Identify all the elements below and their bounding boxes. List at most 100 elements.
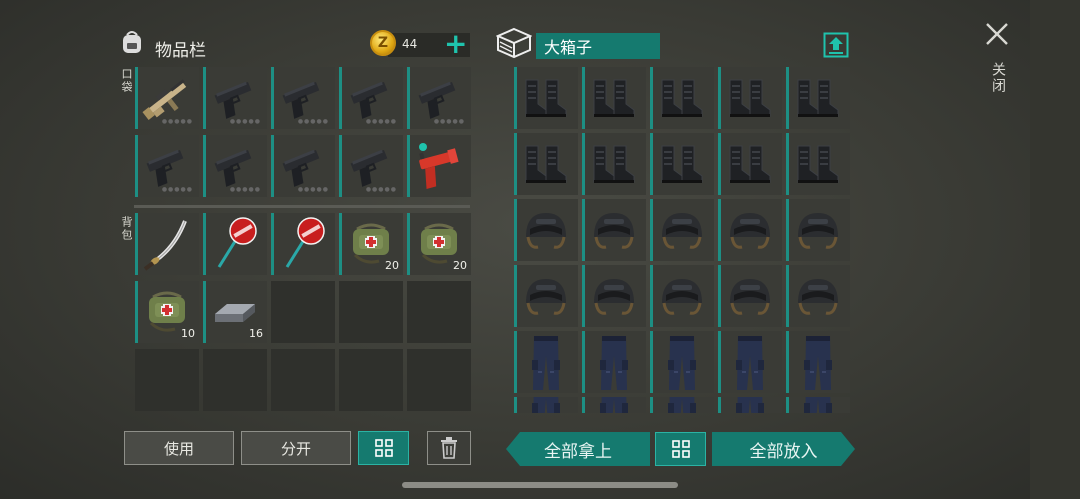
pants-icon — [582, 397, 646, 413]
durability-dots: ●●●●● — [161, 118, 193, 125]
backpack-slot[interactable] — [203, 349, 267, 411]
pocket-slot[interactable]: ●●●●● — [203, 135, 267, 197]
backpack-slot[interactable]: 20 — [407, 213, 471, 275]
pants-icon — [786, 397, 850, 413]
container-slot[interactable] — [718, 133, 782, 195]
item-quantity: 20 — [453, 259, 467, 272]
container-slot[interactable] — [786, 67, 850, 129]
container-slot[interactable] — [718, 265, 782, 327]
backpack-slot[interactable]: 10 — [135, 281, 199, 343]
katana-icon — [135, 213, 199, 275]
durability-dots: ●●●●● — [433, 118, 465, 125]
stop-sign-axe-icon — [203, 213, 267, 275]
container-slot[interactable] — [786, 397, 850, 413]
backpack-slot[interactable] — [271, 281, 335, 343]
section-divider — [134, 205, 470, 208]
container-slot[interactable] — [650, 331, 714, 393]
container-slot[interactable] — [514, 265, 578, 327]
container-slot[interactable] — [582, 133, 646, 195]
container-slot[interactable] — [718, 331, 782, 393]
coin-icon: Z — [370, 30, 396, 56]
container-slot[interactable] — [514, 397, 578, 413]
container-slot[interactable] — [582, 67, 646, 129]
take-all-button[interactable]: 全部拿上 — [506, 432, 650, 466]
grid-icon — [374, 439, 393, 457]
boots-icon — [718, 67, 782, 129]
sort-container-button[interactable] — [655, 432, 706, 466]
container-slot[interactable] — [650, 67, 714, 129]
container-slot[interactable] — [514, 133, 578, 195]
container-slot[interactable] — [582, 397, 646, 413]
coin-amount: 44 — [402, 37, 418, 51]
home-indicator[interactable] — [402, 482, 678, 488]
backpack-slot[interactable] — [135, 213, 199, 275]
container-slot[interactable] — [718, 199, 782, 261]
boots-icon — [582, 133, 646, 195]
item-quantity: 10 — [181, 327, 195, 340]
grid-icon — [671, 440, 690, 458]
pants-icon — [718, 397, 782, 413]
pocket-slot[interactable]: ●●●●● — [339, 135, 403, 197]
pocket-slot[interactable]: ●●●●● — [271, 135, 335, 197]
item-quantity: 20 — [385, 259, 399, 272]
backpack-slot[interactable] — [407, 281, 471, 343]
pocket-slot[interactable]: ●●●●● — [339, 67, 403, 129]
boots-icon — [718, 133, 782, 195]
container-slot[interactable] — [786, 133, 850, 195]
backpack-slot[interactable] — [271, 213, 335, 275]
container-slot[interactable] — [514, 331, 578, 393]
container-slot[interactable] — [786, 265, 850, 327]
container-slot[interactable] — [786, 199, 850, 261]
container-slot[interactable] — [514, 67, 578, 129]
backpack-slot[interactable] — [203, 213, 267, 275]
pocket-label: 口袋 — [120, 68, 133, 94]
backpack-slot[interactable]: 16 — [203, 281, 267, 343]
boots-icon — [650, 133, 714, 195]
transfer-up-button[interactable] — [823, 32, 849, 58]
durability-dots: ●●●●● — [229, 186, 261, 193]
backpack-slot[interactable] — [339, 349, 403, 411]
container-slot[interactable] — [718, 397, 782, 413]
container-slot[interactable] — [786, 331, 850, 393]
container-slot[interactable] — [650, 199, 714, 261]
backpack-slot[interactable]: 20 — [339, 213, 403, 275]
backpack-slot[interactable] — [407, 349, 471, 411]
helmet-icon — [514, 199, 578, 261]
durability-dots: ●●●●● — [229, 118, 261, 125]
add-coins-button[interactable]: + — [444, 30, 467, 58]
close-label[interactable]: 关闭 — [988, 62, 1008, 94]
container-name: 大箱子 — [536, 33, 660, 59]
pocket-slot[interactable]: ●●●●● — [203, 67, 267, 129]
right-edge-strip — [1030, 0, 1080, 499]
container-slot[interactable] — [650, 397, 714, 413]
pocket-slot[interactable]: ●●●●● — [407, 67, 471, 129]
container-slot[interactable] — [650, 265, 714, 327]
pocket-slot[interactable]: ●●●●● — [271, 67, 335, 129]
helmet-icon — [650, 265, 714, 327]
backpack-slot[interactable] — [271, 349, 335, 411]
put-all-button[interactable]: 全部放入 — [712, 432, 855, 466]
durability-dots: ●●●●● — [161, 186, 193, 193]
container-slot[interactable] — [650, 133, 714, 195]
container-slot[interactable] — [718, 67, 782, 129]
split-button[interactable]: 分开 — [241, 431, 351, 465]
backpack-label: 背包 — [120, 216, 133, 242]
backpack-slot[interactable] — [339, 281, 403, 343]
container-slot[interactable] — [582, 265, 646, 327]
container-slot[interactable] — [582, 331, 646, 393]
sort-inventory-button[interactable] — [358, 431, 409, 465]
boots-icon — [786, 133, 850, 195]
pocket-slot[interactable]: ●●●●● — [135, 67, 199, 129]
flare-gun-icon — [407, 135, 471, 197]
boots-icon — [786, 67, 850, 129]
close-button[interactable] — [985, 22, 1009, 46]
container-slot[interactable] — [582, 199, 646, 261]
use-button[interactable]: 使用 — [124, 431, 234, 465]
pocket-slot[interactable]: ●●●●● — [135, 135, 199, 197]
trash-button[interactable] — [427, 431, 471, 465]
upload-icon — [823, 32, 849, 58]
pocket-slot[interactable] — [407, 135, 471, 197]
helmet-icon — [786, 199, 850, 261]
container-slot[interactable] — [514, 199, 578, 261]
backpack-slot[interactable] — [135, 349, 199, 411]
